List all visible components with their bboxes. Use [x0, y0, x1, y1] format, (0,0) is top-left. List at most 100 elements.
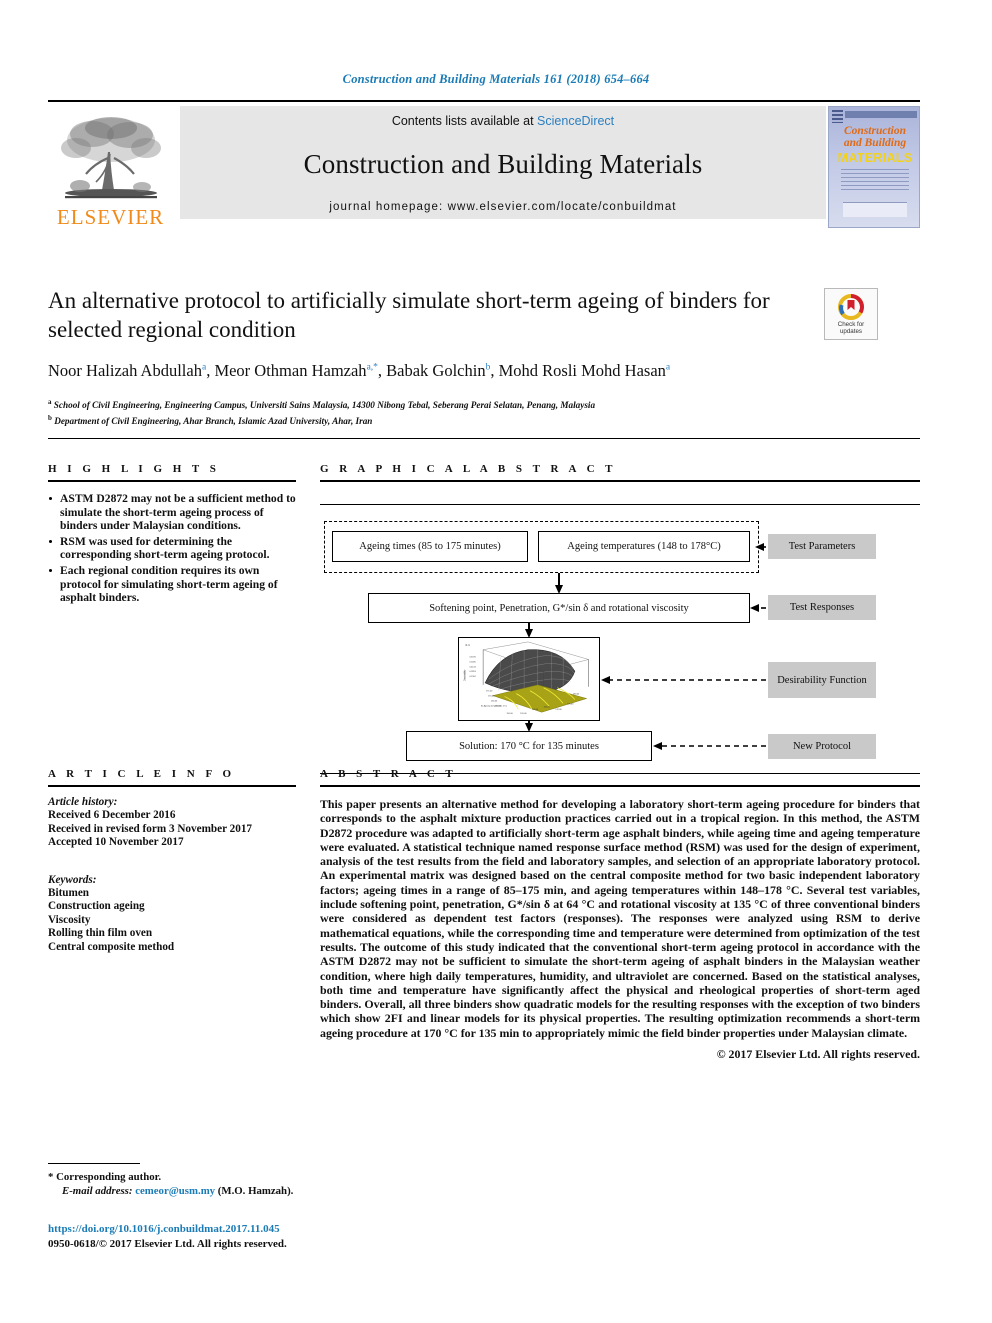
highlights-heading: H I G H L I G H T S — [48, 463, 220, 475]
list-item: ASTM D2872 may not be a sufficient metho… — [48, 492, 296, 533]
cover-blurb — [841, 169, 909, 193]
keyword-item: Central composite method — [48, 940, 175, 953]
ageing-times-box: Ageing times (85 to 175 minutes) — [332, 531, 528, 562]
article-info-heading: A R T I C L E I N F O — [48, 768, 236, 780]
svg-text:0.1562: 0.1562 — [469, 676, 476, 678]
list-item: RSM was used for determining the corresp… — [48, 535, 296, 562]
affiliation-b-text: Department of Civil Engineering, Ahar Br… — [54, 415, 373, 426]
test-responses-box: Softening point, Penetration, G*/sin δ a… — [368, 593, 750, 623]
contents-prefix: Contents lists available at — [391, 114, 538, 128]
running-head: Construction and Building Materials 161 … — [342, 72, 650, 86]
abstract-body: This paper presents an alternative metho… — [320, 797, 920, 1040]
footnote-rule — [48, 1163, 140, 1165]
highlights-rule — [48, 480, 296, 482]
elsevier-tree-icon — [60, 117, 161, 199]
graphical-abstract-figure: Ageing times (85 to 175 minutes) Ageing … — [320, 504, 920, 774]
affiliations: a School of Civil Engineering, Engineeri… — [48, 396, 928, 427]
crossmark-label: Check for updates — [837, 320, 865, 335]
svg-text:165.00: 165.00 — [544, 706, 551, 708]
email-suffix: (M.O. Hamzah). — [217, 1185, 294, 1197]
cover-line2-text: and Building — [843, 137, 907, 149]
article-info-rule — [48, 785, 296, 787]
journal-title: Construction and Building Materials — [303, 149, 703, 179]
journal-homepage[interactable]: journal homepage: www.elsevier.com/locat… — [329, 201, 676, 213]
paper-page: Construction and Building Materials 161 … — [0, 0, 992, 1323]
keywords-block: Keywords: Bitumen Construction ageing Vi… — [48, 874, 296, 954]
solution-box: Solution: 170 °C for 135 minutes — [406, 731, 652, 761]
svg-text:0.2853: 0.2853 — [469, 671, 476, 673]
masthead-banner: Contents lists available at ScienceDirec… — [180, 106, 826, 219]
surface-plot-box: 0.1 0.6726 0.5435 0.4144 0.2853 0.1562 1… — [458, 637, 600, 721]
article-info-section: A R T I C L E I N F O Article history: R… — [48, 768, 296, 954]
affiliation-a: a School of Civil Engineering, Engineeri… — [48, 398, 596, 411]
page-title: An alternative protocol to artificially … — [48, 288, 770, 342]
desirability-surface-plot: 0.1 0.6726 0.5435 0.4144 0.2853 0.1562 1… — [459, 638, 599, 720]
abstract-heading: A B S T R A C T — [320, 768, 457, 780]
journal-masthead: ELSEVIER Contents lists available at Sci… — [48, 100, 920, 230]
svg-text:150.00: 150.00 — [507, 713, 514, 715]
label-desirability-function: Desirability Function — [768, 662, 876, 698]
article-history: Article history: Received 6 December 201… — [48, 796, 296, 850]
revised-date: Received in revised form 3 November 2017 — [48, 822, 253, 835]
doi-link[interactable]: https://doi.org/10.1016/j.conbuildmat.20… — [48, 1222, 608, 1237]
footnote-block: * Corresponding author. E-mail address: … — [48, 1170, 608, 1198]
svg-text:180.00: 180.00 — [573, 694, 580, 696]
abstract-copyright: © 2017 Elsevier Ltd. All rights reserved… — [716, 1047, 920, 1062]
svg-text:160.00: 160.00 — [532, 709, 539, 711]
cover-title-line1: Construction and Building — [829, 125, 919, 149]
affiliation-a-text: School of Civil Engineering, Engineering… — [53, 400, 596, 411]
journal-cover-thumbnail: Construction and Building MATERIALS — [828, 106, 920, 228]
received-date: Received 6 December 2016 — [48, 809, 176, 822]
graphical-abstract-section: G R A P H I C A L A B S T R A C T Ageing… — [320, 463, 920, 774]
contents-line: Contents lists available at ScienceDirec… — [392, 114, 614, 128]
email-link[interactable]: cemeor@usm.my — [135, 1185, 215, 1197]
svg-text:0.1: 0.1 — [466, 643, 471, 647]
accepted-date: Accepted 10 November 2017 — [48, 836, 184, 849]
highlights-section: H I G H L I G H T S ASTM D2872 may not b… — [48, 463, 296, 607]
highlights-list: ASTM D2872 may not be a sufficient metho… — [48, 492, 296, 605]
svg-text:155.00: 155.00 — [520, 713, 527, 715]
keyword-item: Bitumen — [48, 887, 90, 900]
keyword-item: Rolling thin film oven — [48, 927, 153, 940]
keyword-item: Construction ageing — [48, 900, 145, 913]
article-history-label: Article history: — [48, 796, 118, 808]
svg-text:A: Ageing temperature (°C): A: Ageing temperature (°C) — [481, 704, 507, 707]
cover-title-line3: MATERIALS — [837, 151, 913, 165]
doi-block: https://doi.org/10.1016/j.conbuildmat.20… — [48, 1222, 608, 1251]
label-test-parameters: Test Parameters — [768, 534, 876, 559]
cover-line1-text: Construction — [844, 125, 906, 137]
label-new-protocol: New Protocol — [768, 734, 876, 759]
header-divider — [48, 438, 920, 439]
crossmark-badge[interactable]: Check for updates — [824, 288, 878, 340]
email-line: E-mail address: cemeor@usm.my (M.O. Hamz… — [48, 1184, 608, 1198]
ageing-temperatures-box: Ageing temperatures (148 to 178°C) — [538, 531, 750, 562]
svg-text:Desirability: Desirability — [464, 669, 467, 681]
abstract-section: A B S T R A C T This paper presents an a… — [320, 768, 920, 1062]
cover-top-bar — [845, 111, 917, 118]
author-list: Noor Halizah Abdullaha, Meor Othman Hamz… — [48, 361, 671, 380]
affiliation-b: b Department of Civil Engineering, Ahar … — [48, 413, 373, 426]
abstract-rule — [320, 785, 920, 787]
svg-text:165.00: 165.00 — [491, 700, 498, 702]
svg-text:170.00: 170.00 — [555, 709, 562, 711]
graphical-abstract-heading: G R A P H I C A L A B S T R A C T — [320, 463, 617, 475]
elsevier-logo: ELSEVIER — [48, 106, 173, 228]
svg-text:0.6726: 0.6726 — [469, 657, 476, 659]
sciencedirect-link[interactable]: ScienceDirect — [537, 114, 614, 128]
svg-text:0.5435: 0.5435 — [469, 661, 476, 663]
masthead-top-rule — [48, 100, 920, 102]
svg-text:170.00: 170.00 — [488, 696, 495, 698]
corresponding-author-note: * Corresponding author. — [48, 1171, 162, 1183]
keyword-item: Viscosity — [48, 913, 91, 926]
email-label: E-mail address: — [62, 1185, 133, 1197]
crossmark-icon — [838, 293, 864, 320]
svg-text:0.4144: 0.4144 — [469, 666, 476, 668]
cover-footer — [843, 202, 907, 217]
list-item: Each regional condition requires its own… — [48, 564, 296, 605]
cover-publisher-icon — [832, 110, 843, 123]
elsevier-wordmark: ELSEVIER — [56, 205, 165, 229]
issn-copyright: 0950-0618/© 2017 Elsevier Ltd. All right… — [48, 1237, 287, 1250]
svg-text:175.00: 175.00 — [486, 691, 493, 693]
svg-text:175.00: 175.00 — [567, 703, 574, 705]
graphical-abstract-rule — [320, 480, 920, 482]
